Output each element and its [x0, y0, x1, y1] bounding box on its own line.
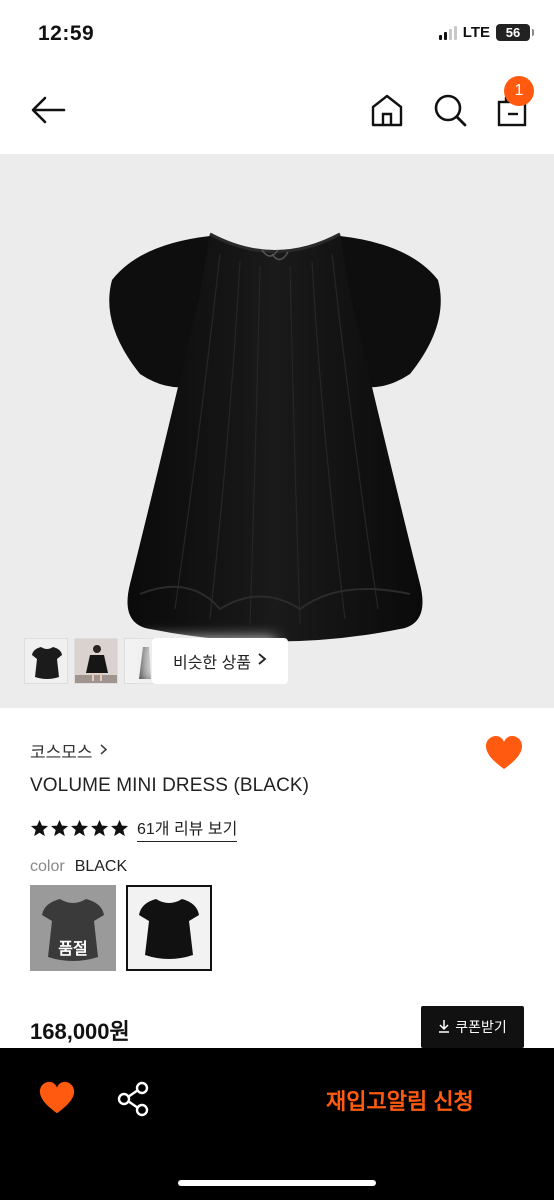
star-icon — [90, 819, 109, 837]
color-row: color BLACK — [30, 858, 127, 876]
rating-row: 61개 리뷰 보기 — [30, 815, 238, 842]
coupon-button[interactable]: 쿠폰받기 — [421, 1006, 524, 1048]
price: 168,000원 — [30, 1019, 130, 1044]
cart-count-badge: 1 — [504, 76, 534, 106]
restock-alert-button[interactable]: 재입고알림 신청 — [326, 1084, 474, 1116]
home-icon — [371, 94, 403, 127]
battery-level: 56 — [505, 25, 521, 40]
product-image — [109, 232, 441, 642]
reviews-link[interactable]: 61개 리뷰 보기 — [137, 815, 238, 842]
status-bar: 12:59 LTE 56 — [0, 0, 554, 68]
bottom-action-bar: 재입고알림 신청 — [0, 1048, 554, 1200]
heart-icon — [39, 1081, 75, 1114]
chevron-right-icon — [99, 741, 108, 761]
similar-products-label: 비슷한 상품 — [172, 655, 252, 672]
search-icon — [434, 94, 467, 127]
coupon-label: 쿠폰받기 — [455, 1019, 507, 1035]
back-button[interactable] — [28, 90, 68, 130]
battery-icon: 56 — [496, 24, 534, 41]
star-icon — [50, 819, 69, 837]
star-icon — [70, 819, 89, 837]
home-button[interactable] — [368, 90, 406, 130]
color-label: color — [30, 858, 65, 875]
swatch-soldout[interactable]: 품절 — [30, 885, 116, 971]
chevron-right-icon — [257, 652, 267, 671]
brand-name: 코스모스 — [30, 743, 93, 762]
arrow-left-icon — [31, 96, 66, 124]
brand-link[interactable]: 코스모스 — [30, 738, 108, 763]
status-indicators: LTE 56 — [438, 24, 534, 41]
home-indicator — [178, 1180, 376, 1186]
network-label: LTE — [462, 24, 490, 41]
thumbnail-1[interactable] — [24, 638, 68, 684]
status-time: 12:59 — [38, 22, 95, 45]
swatch-selected[interactable] — [126, 885, 212, 971]
wishlist-button[interactable] — [484, 734, 524, 774]
product-image-gallery[interactable]: 비슷한 상품 — [0, 154, 554, 708]
star-rating — [30, 819, 129, 838]
share-icon — [117, 1081, 149, 1117]
similar-products-button[interactable]: 비슷한 상품 — [152, 638, 288, 684]
soldout-label: 품절 — [58, 941, 88, 958]
product-title: VOLUME MINI DRESS (BLACK) — [30, 775, 310, 796]
color-swatches: 품절 — [30, 885, 212, 971]
thumbnail-strip — [24, 638, 168, 684]
star-icon — [110, 819, 129, 837]
bottom-wishlist-button[interactable] — [38, 1080, 76, 1118]
star-icon — [30, 819, 49, 837]
color-value: BLACK — [74, 858, 128, 875]
heart-icon — [486, 736, 522, 769]
search-button[interactable] — [430, 90, 470, 130]
download-icon — [438, 1019, 450, 1036]
signal-icon — [438, 25, 457, 40]
top-nav — [0, 68, 554, 154]
thumbnail-2[interactable] — [74, 638, 118, 684]
share-button[interactable] — [116, 1080, 150, 1118]
